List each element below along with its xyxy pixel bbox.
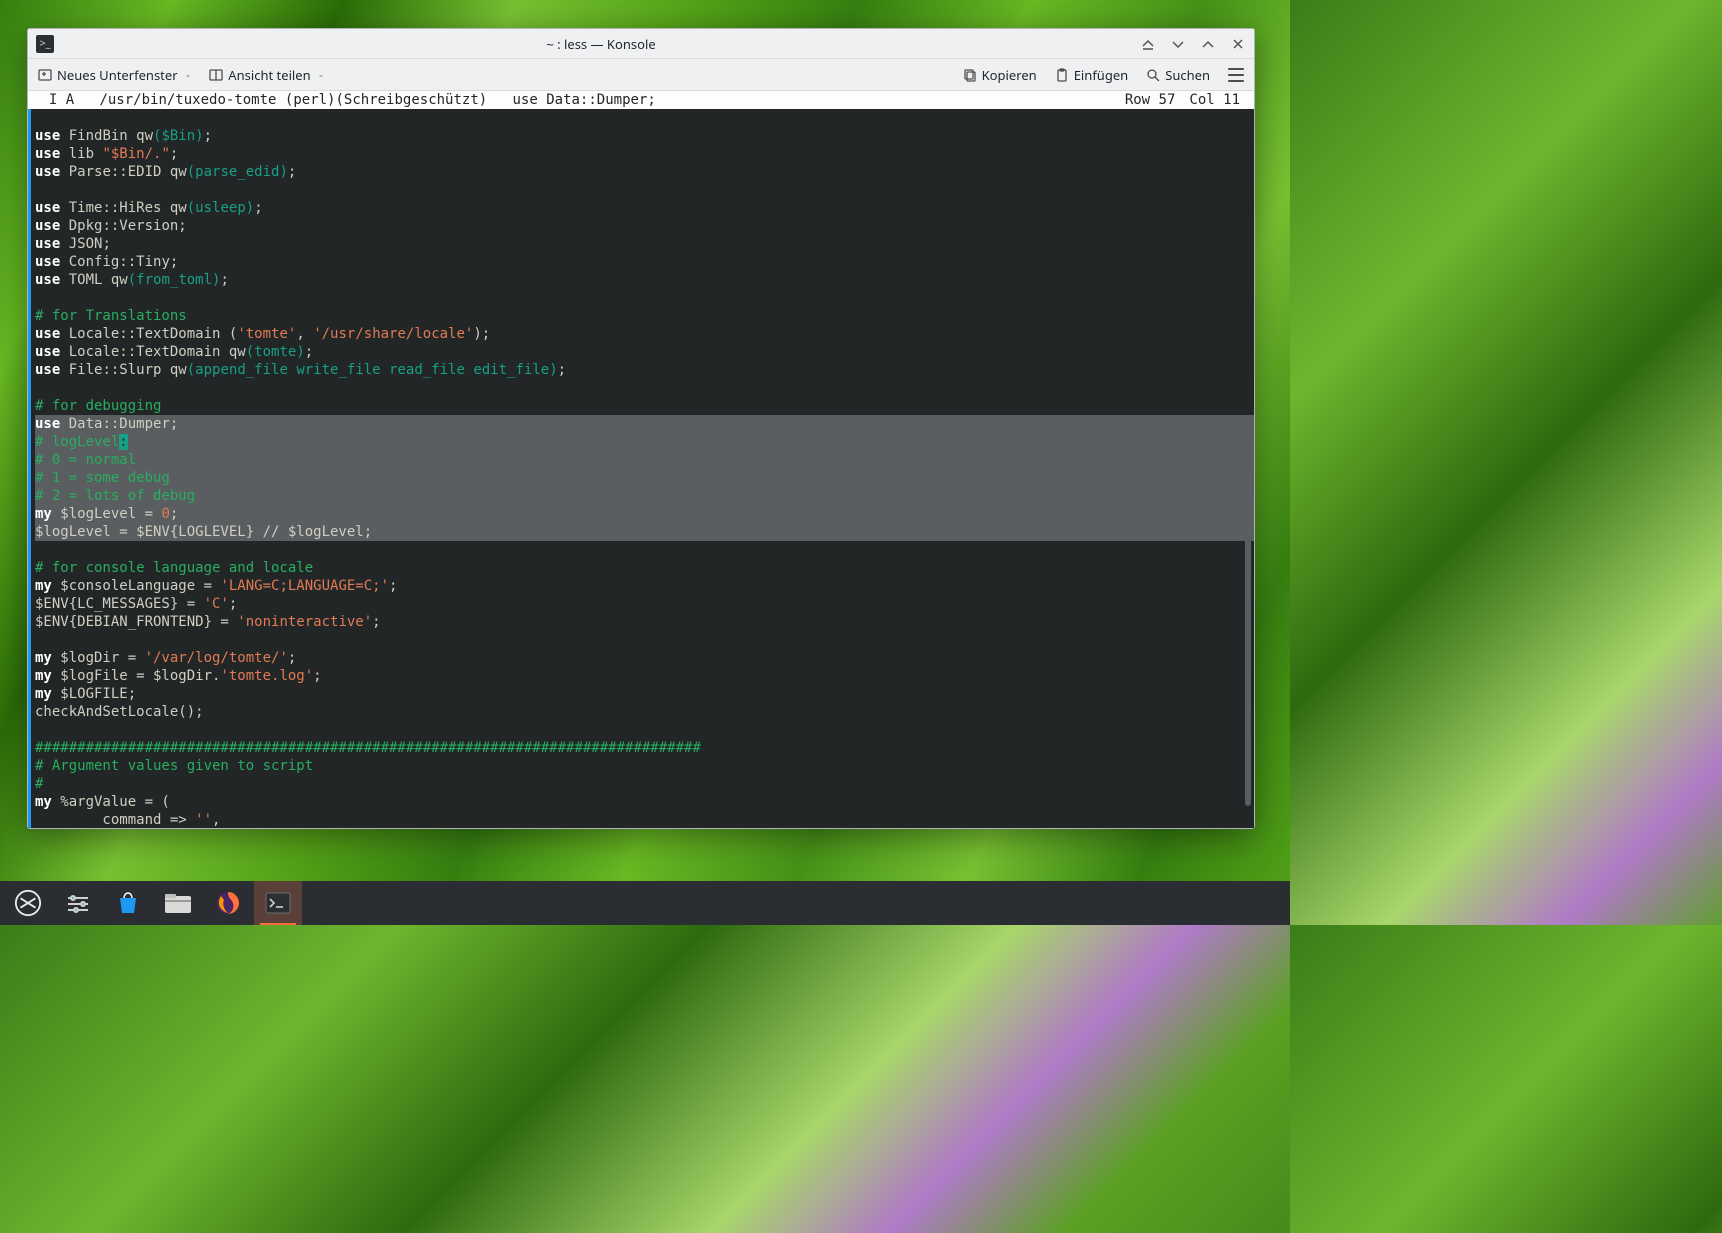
konsole-window-icon: >_ bbox=[36, 35, 54, 53]
taskbar-firefox-button[interactable] bbox=[204, 881, 252, 925]
maximize-icon[interactable] bbox=[1200, 36, 1216, 52]
status-path: /usr/bin/tuxedo-tomte bbox=[99, 91, 276, 109]
taskbar-discover-button[interactable] bbox=[104, 881, 152, 925]
search-icon bbox=[1146, 68, 1160, 82]
folder-icon bbox=[164, 889, 192, 917]
status-decl: use Data::Dumper; bbox=[513, 91, 656, 109]
split-view-label: Ansicht teilen bbox=[228, 66, 310, 84]
copy-button[interactable]: Kopieren bbox=[963, 66, 1037, 84]
terminal-icon bbox=[264, 889, 292, 917]
editor-status-line: I A /usr/bin/tuxedo-tomte (perl)(Schreib… bbox=[28, 91, 1254, 109]
split-view-button[interactable]: Ansicht teilen ⌄ bbox=[209, 66, 324, 84]
search-label: Suchen bbox=[1165, 66, 1210, 84]
paste-button[interactable]: Einfügen bbox=[1055, 66, 1128, 84]
copy-label: Kopieren bbox=[982, 66, 1037, 84]
firefox-icon bbox=[214, 889, 242, 917]
search-button[interactable]: Suchen bbox=[1146, 66, 1210, 84]
close-icon[interactable] bbox=[1230, 36, 1246, 52]
taskbar-files-button[interactable] bbox=[154, 881, 202, 925]
split-icon bbox=[209, 68, 223, 82]
minimize-icon[interactable] bbox=[1170, 36, 1186, 52]
taskbar-settings-button[interactable] bbox=[54, 881, 102, 925]
status-row-val: 57 bbox=[1159, 92, 1176, 108]
keep-above-icon[interactable] bbox=[1140, 36, 1156, 52]
start-menu-button[interactable] bbox=[4, 881, 52, 925]
start-menu-icon bbox=[14, 889, 42, 917]
status-lang: (perl) bbox=[285, 91, 336, 109]
status-col-val: 11 bbox=[1223, 92, 1240, 108]
konsole-window: >_ ~ : less — Konsole Neues Unterfenster… bbox=[27, 28, 1255, 829]
paste-label: Einfügen bbox=[1074, 66, 1128, 84]
window-title: ~ : less — Konsole bbox=[62, 35, 1140, 53]
sliders-icon bbox=[64, 889, 92, 917]
status-mode: I A bbox=[32, 91, 74, 109]
titlebar[interactable]: >_ ~ : less — Konsole bbox=[28, 29, 1254, 59]
paste-icon bbox=[1055, 68, 1069, 82]
taskbar bbox=[0, 881, 1290, 925]
toolbar: Neues Unterfenster ⌄ Ansicht teilen ⌄ Ko… bbox=[28, 59, 1254, 91]
hamburger-menu-button[interactable] bbox=[1228, 68, 1244, 82]
taskbar-konsole-button[interactable] bbox=[254, 881, 302, 925]
chevron-down-icon: ⌄ bbox=[185, 69, 192, 80]
status-readonly: (Schreibgeschützt) bbox=[335, 91, 487, 109]
status-col-label: Col bbox=[1189, 92, 1214, 108]
new-tab-icon bbox=[38, 68, 52, 82]
chevron-down-icon: ⌄ bbox=[318, 69, 325, 80]
shopping-bag-icon bbox=[114, 889, 142, 917]
status-row-label: Row bbox=[1125, 92, 1150, 108]
copy-icon bbox=[963, 68, 977, 82]
new-subwindow-button[interactable]: Neues Unterfenster ⌄ bbox=[38, 66, 191, 84]
terminal-area[interactable]: I A /usr/bin/tuxedo-tomte (perl)(Schreib… bbox=[28, 91, 1254, 828]
new-subwindow-label: Neues Unterfenster bbox=[57, 66, 178, 84]
code-view: use FindBin qw($Bin); use lib "$Bin/."; … bbox=[31, 109, 1254, 828]
